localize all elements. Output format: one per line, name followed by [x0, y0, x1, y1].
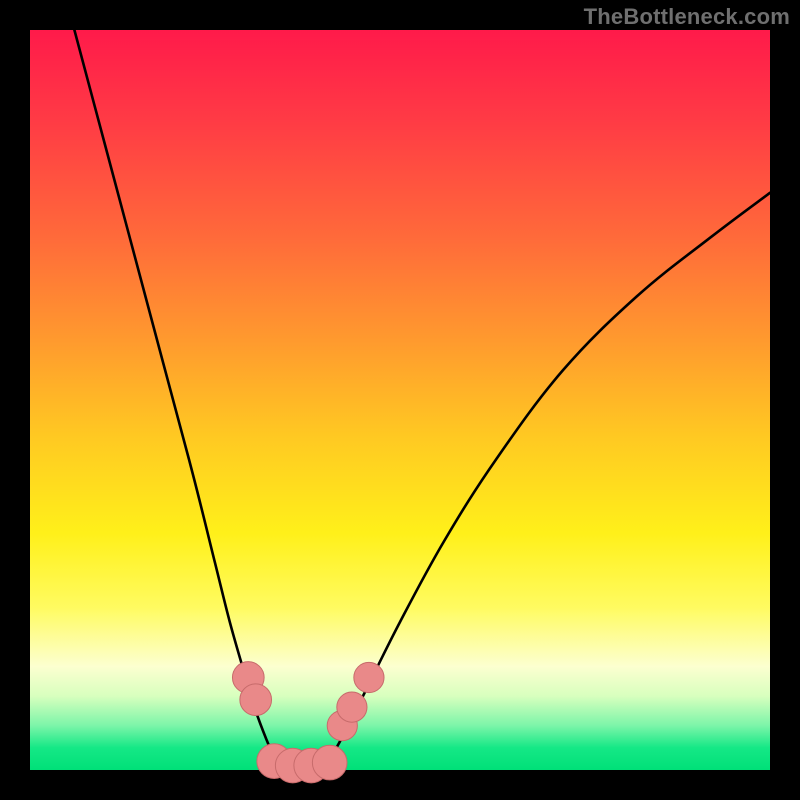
floor-marker-d: [312, 745, 347, 780]
curve-layer: [74, 30, 770, 766]
right-marker-upper: [354, 662, 384, 692]
right-marker-mid: [337, 692, 367, 722]
left-bottleneck-curve: [74, 30, 278, 766]
chart-svg: [0, 0, 800, 800]
marker-layer: [232, 662, 384, 783]
left-marker-lower: [240, 684, 272, 716]
right-bottleneck-curve: [326, 193, 770, 767]
chart-frame: TheBottleneck.com: [0, 0, 800, 800]
